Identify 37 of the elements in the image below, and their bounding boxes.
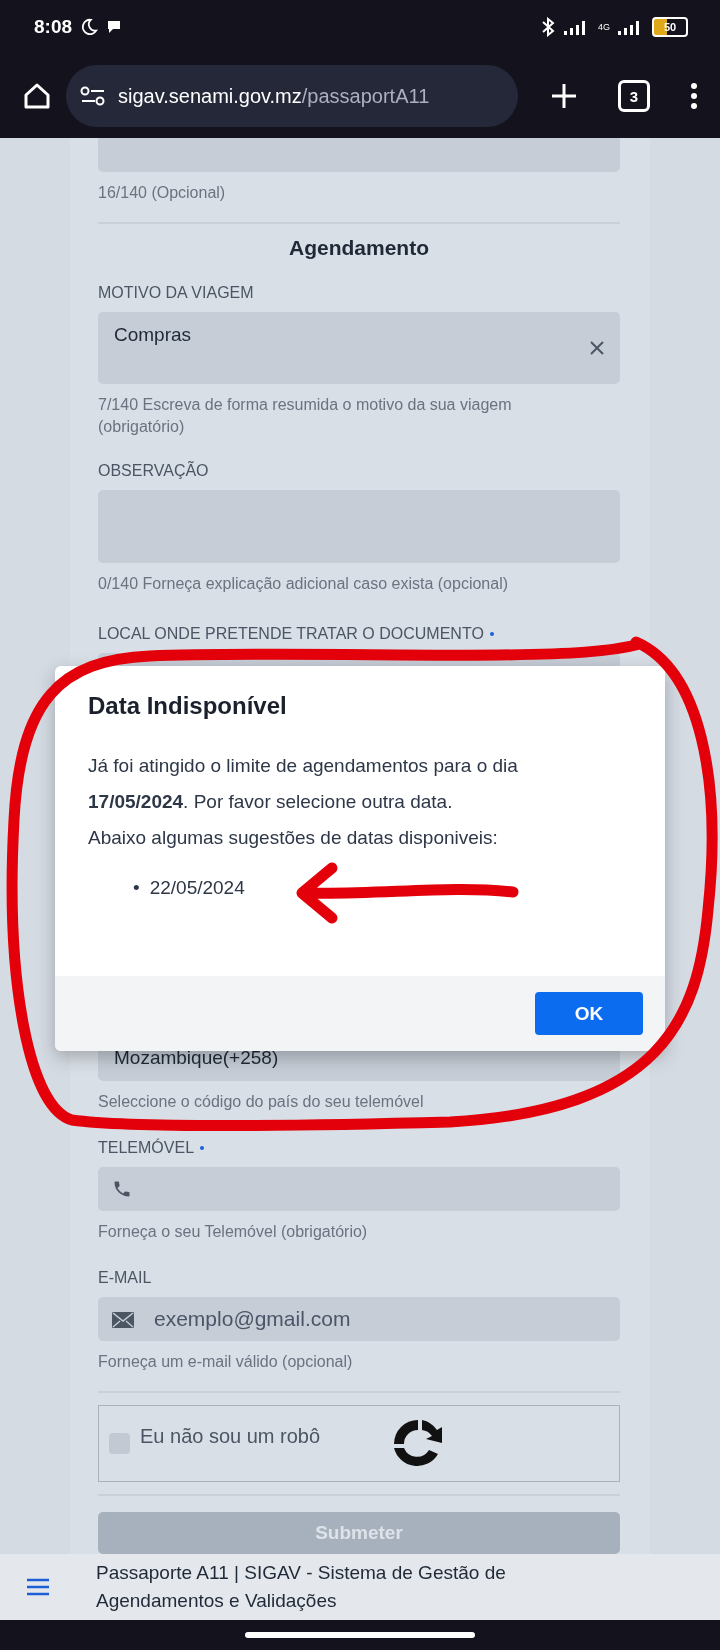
footer-title: Passaporte A11 | SIGAV - Sistema de Gestão de Agendamentos e Validações — [96, 1561, 507, 1613]
home-button[interactable] — [22, 81, 52, 111]
field-label: OBSERVAÇÃO — [98, 462, 209, 481]
field-hint: Forneça o seu Telemóvel (obrigatório) — [98, 1221, 369, 1242]
address-bar[interactable]: sigav.senami.gov.mz/passaportA11 — [66, 65, 518, 127]
text-area[interactable]: Compras — [98, 311, 620, 385]
chat-icon — [106, 19, 123, 35]
field-label: LOCAL ONDE PRETENDE TRATAR O DOCUMENTO — [98, 624, 484, 643]
url-text: sigav.senami.gov.mz/passaportA11 — [118, 84, 430, 108]
field-hint: Forneça um e-mail válido (opcional) — [98, 1351, 354, 1372]
field-label: E-MAIL — [98, 1268, 152, 1287]
email-field[interactable]: exemplo@gmail.com — [98, 1296, 620, 1341]
clock: 8:08 — [34, 16, 73, 38]
menu-button[interactable] — [690, 82, 698, 110]
site-settings-icon — [80, 85, 106, 107]
field-hint: 7/140 Escreva de forma resumida o motivo da sua viagem (obrigatório) — [98, 395, 513, 438]
section-heading: Agendamento — [288, 235, 430, 260]
ok-button[interactable]: OK — [535, 992, 643, 1035]
dialog-title: Data Indisponível — [88, 692, 288, 720]
clear-icon[interactable] — [590, 340, 604, 355]
date-suggestion: 22/05/2024 — [149, 876, 245, 900]
tab-count-button[interactable]: 3 — [618, 80, 650, 112]
captcha-label: Eu não sou um robô — [140, 1425, 321, 1449]
dialog-note: Abaixo algumas sugestões de datas disponiveis: — [88, 826, 499, 850]
dialog-message: Já foi atingido o limite de agendamentos para o dia 17/05/2024. Por favor selecione outra data. — [88, 754, 519, 814]
new-tab-button[interactable] — [550, 82, 578, 110]
field-hint: 0/140 Forneça explicação adicional caso exista (opcional) — [98, 573, 509, 594]
network-label: 4G — [598, 22, 610, 32]
moon-icon — [80, 18, 99, 36]
field-label: TELEMÓVEL — [98, 1138, 195, 1157]
phone-field[interactable] — [98, 1166, 620, 1211]
field-hint: 16/140 (Opcional) — [98, 182, 227, 203]
field-label: MOTIVO DA VIAGEM — [98, 283, 254, 302]
field-hint: Seleccione o código do país do seu telemóvel — [98, 1091, 425, 1112]
bluetooth-icon — [540, 17, 556, 37]
list-bullet: • — [133, 876, 140, 900]
menu-icon[interactable] — [26, 1577, 50, 1597]
